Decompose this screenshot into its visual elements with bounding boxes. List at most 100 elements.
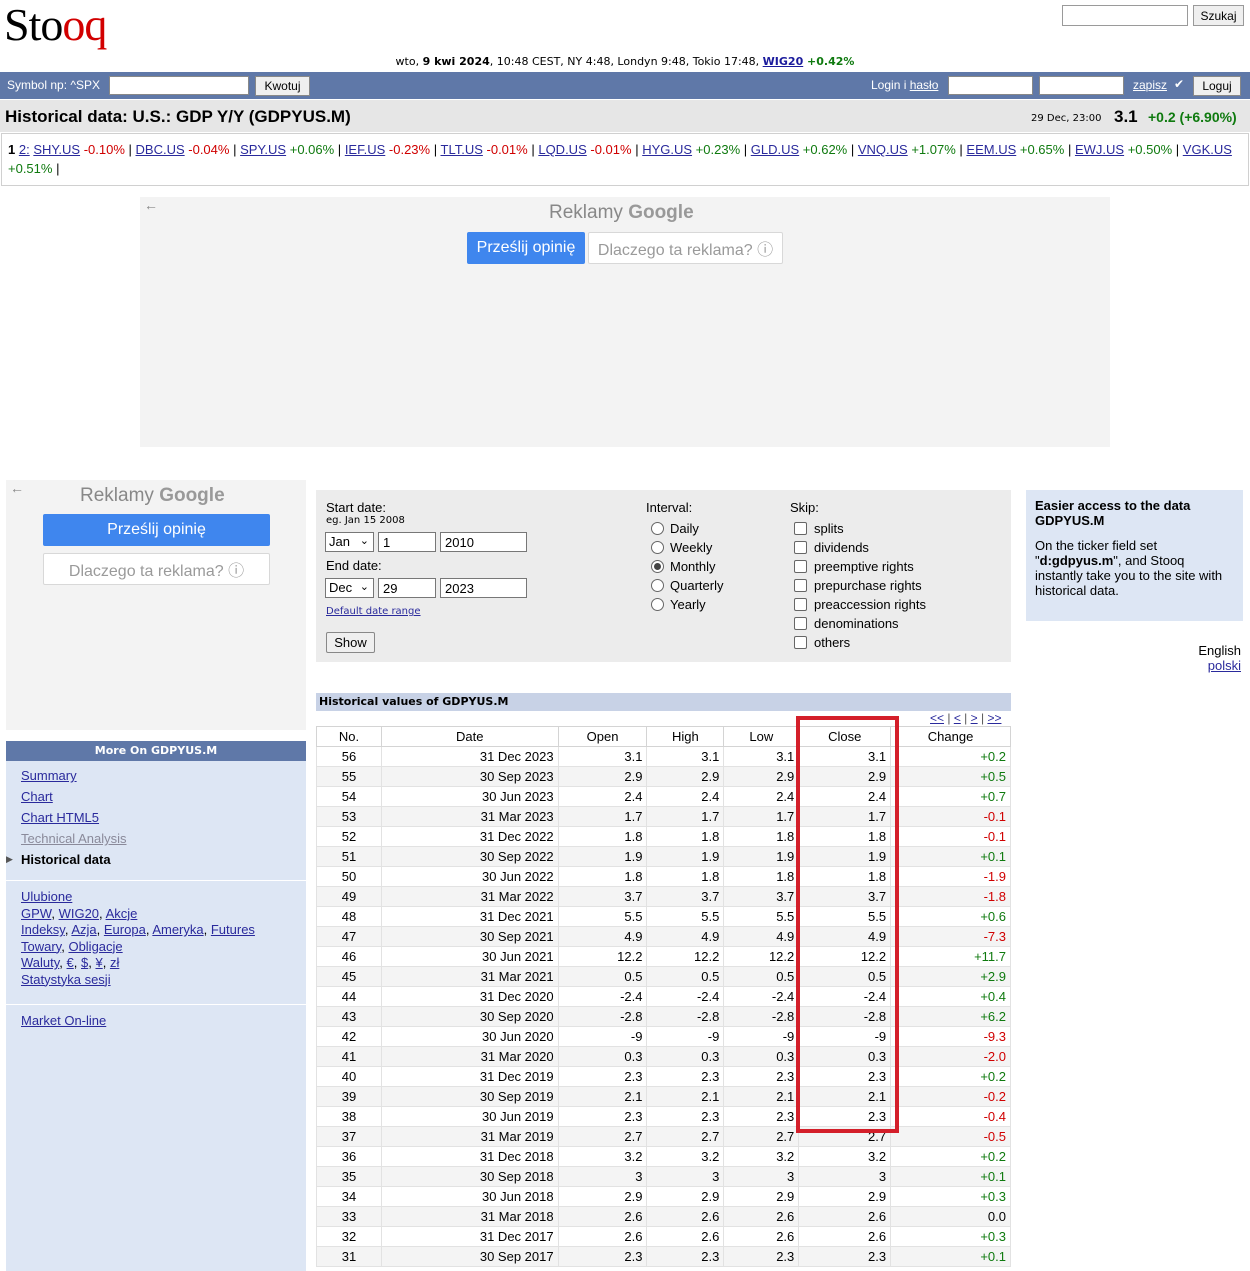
column-header[interactable]: Close [798, 726, 892, 747]
interval-radio[interactable] [651, 598, 664, 611]
column-header[interactable]: No. [316, 726, 382, 747]
table-cell: 31 Mar 2023 [380, 806, 559, 827]
link-usd[interactable]: $ [81, 955, 88, 970]
interval-radio[interactable] [651, 541, 664, 554]
link-pln[interactable]: zł [110, 955, 119, 970]
quote-button[interactable]: Kwotuj [255, 76, 310, 96]
skip-checkbox[interactable] [794, 579, 807, 592]
login-button[interactable]: Loguj [1193, 76, 1241, 96]
search-input[interactable] [1062, 5, 1188, 26]
skip-option-label[interactable]: prepurchase rights [814, 578, 922, 593]
ad-why-button[interactable]: Dlaczego ta reklama? ⓘ [43, 553, 270, 585]
search-button[interactable]: Szukaj [1193, 5, 1244, 26]
link-azja[interactable]: Azja [71, 922, 96, 937]
skip-option-label[interactable]: preaccession rights [814, 597, 926, 612]
pager-prev[interactable]: < [954, 711, 961, 725]
pager-next[interactable]: > [971, 711, 978, 725]
table-cell: -2.4 [798, 986, 892, 1007]
sidebar-item-summary[interactable]: Summary [21, 768, 77, 783]
ticker-link[interactable]: VNQ.US [858, 142, 908, 157]
pager-last[interactable]: >> [987, 711, 1001, 725]
interval-option-label[interactable]: Daily [670, 521, 699, 536]
ad-why-button[interactable]: Dlaczego ta reklama? ⓘ [588, 232, 783, 264]
skip-checkbox[interactable] [794, 560, 807, 573]
ticker-link[interactable]: IEF.US [345, 142, 385, 157]
link-towary[interactable]: Towary [21, 939, 61, 954]
back-arrow-icon[interactable]: ← [144, 197, 158, 213]
link-futures[interactable]: Futures [211, 922, 255, 937]
end-year-input[interactable] [440, 578, 527, 598]
link-europa[interactable]: Europa [104, 922, 146, 937]
interval-option-label[interactable]: Weekly [670, 540, 712, 555]
ticker-change: +0.65% [1019, 142, 1065, 157]
stooq-logo[interactable]: Stooq [4, 0, 107, 51]
link-gpw[interactable]: GPW [21, 906, 51, 921]
skip-option-label[interactable]: others [814, 635, 850, 650]
ticker-link[interactable]: SHY.US [33, 142, 80, 157]
link-eur[interactable]: € [67, 955, 74, 970]
end-month-select[interactable]: Dec ⌄ [325, 578, 374, 598]
column-header[interactable]: Change [890, 726, 1011, 747]
interval-radio[interactable] [651, 579, 664, 592]
column-header[interactable]: Low [723, 726, 800, 747]
column-header[interactable]: High [646, 726, 725, 747]
table-cell: 31 Mar 2021 [380, 966, 559, 987]
back-arrow-icon[interactable]: ← [10, 480, 24, 496]
ticker-link[interactable]: GLD.US [751, 142, 799, 157]
ticker-link[interactable]: DBC.US [136, 142, 185, 157]
skip-checkbox[interactable] [794, 617, 807, 630]
interval-option-label[interactable]: Yearly [670, 597, 706, 612]
interval-option-label[interactable]: Quarterly [670, 578, 723, 593]
start-month-select[interactable]: Jan ⌄ [325, 532, 374, 552]
link-market-online[interactable]: Market On-line [21, 1013, 106, 1028]
link-ulubione[interactable]: Ulubione [21, 889, 72, 904]
language-polski-link[interactable]: polski [1208, 658, 1241, 673]
start-year-input[interactable] [440, 532, 527, 552]
link-waluty[interactable]: Waluty [21, 955, 59, 970]
link-jpy[interactable]: ¥ [95, 955, 102, 970]
interval-option-label[interactable]: Monthly [670, 559, 716, 574]
login-input[interactable] [948, 76, 1033, 95]
ticker-link[interactable]: HYG.US [642, 142, 692, 157]
skip-option-label[interactable]: preemptive rights [814, 559, 914, 574]
link-statystyka-sesji[interactable]: Statystyka sesji [21, 972, 111, 987]
link-wig20[interactable]: WIG20 [59, 906, 99, 921]
ticker-link[interactable]: TLT.US [441, 142, 483, 157]
ticker-link[interactable]: VGK.US [1183, 142, 1232, 157]
sidebar-item-chart[interactable]: Chart [21, 789, 53, 804]
wig20-link[interactable]: WIG20 [763, 55, 804, 68]
skip-option-label[interactable]: splits [814, 521, 844, 536]
ad-feedback-button[interactable]: Prześlij opinię [43, 514, 270, 546]
remember-link[interactable]: zapisz [1133, 78, 1167, 92]
ticker-page-2[interactable]: 2: [19, 142, 30, 157]
column-header[interactable]: Open [557, 726, 648, 747]
ticker-link[interactable]: EWJ.US [1075, 142, 1124, 157]
link-akcje[interactable]: Akcje [106, 906, 138, 921]
skip-checkbox[interactable] [794, 522, 807, 535]
symbol-input[interactable] [109, 76, 249, 95]
link-obligacje[interactable]: Obligacje [68, 939, 122, 954]
default-date-range-link[interactable]: Default date range [326, 606, 421, 617]
start-day-input[interactable] [378, 532, 436, 552]
link-ameryka[interactable]: Ameryka [152, 922, 203, 937]
ticker-link[interactable]: LQD.US [538, 142, 586, 157]
sidebar-item-technical-analysis[interactable]: Technical Analysis [21, 831, 127, 846]
column-header[interactable]: Date [380, 726, 559, 747]
ticker-link[interactable]: EEM.US [966, 142, 1016, 157]
password-link[interactable]: hasło [910, 78, 939, 92]
skip-option-label[interactable]: dividends [814, 540, 869, 555]
skip-checkbox[interactable] [794, 636, 807, 649]
interval-radio[interactable] [651, 560, 664, 573]
show-button[interactable]: Show [326, 632, 375, 653]
ticker-link[interactable]: SPY.US [240, 142, 286, 157]
password-input[interactable] [1039, 76, 1124, 95]
interval-radio[interactable] [651, 522, 664, 535]
sidebar-item-chart-html5[interactable]: Chart HTML5 [21, 810, 99, 825]
skip-checkbox[interactable] [794, 541, 807, 554]
end-day-input[interactable] [378, 578, 436, 598]
ad-feedback-button[interactable]: Prześlij opinię [467, 232, 585, 264]
skip-checkbox[interactable] [794, 598, 807, 611]
pager-first[interactable]: << [930, 711, 944, 725]
skip-option-label[interactable]: denominations [814, 616, 899, 631]
link-indeksy[interactable]: Indeksy [21, 922, 65, 937]
